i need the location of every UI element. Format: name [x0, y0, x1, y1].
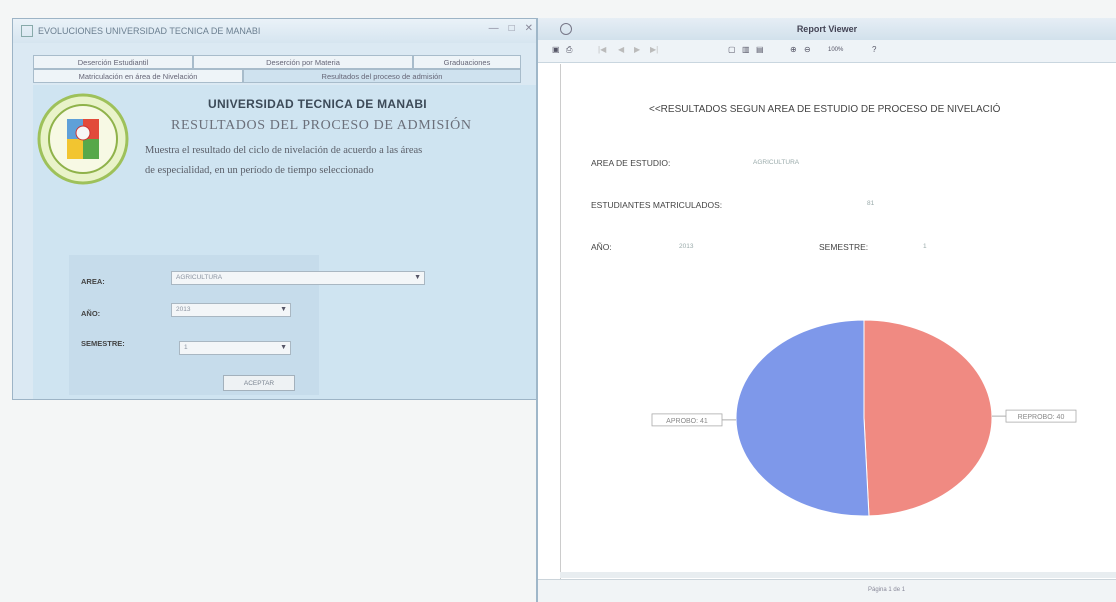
save-icon[interactable]: ▣ [552, 45, 560, 54]
anio-report-value: 2013 [679, 243, 694, 250]
report-statusbar: Página 1 de 1 [538, 579, 1116, 602]
chevron-down-icon[interactable]: ▼ [280, 342, 287, 354]
university-name: UNIVERSIDAD TECNICA DE MANABI [208, 97, 427, 111]
semestre-select-value: 1 [184, 344, 188, 351]
semestre-select[interactable]: 1 ▼ [179, 341, 291, 355]
pie-data-label: REPROBO: 40 [1018, 414, 1065, 421]
tab-matriculacion[interactable]: Matriculación en área de Nivelación [33, 69, 243, 83]
area-label: AREA: [81, 277, 105, 286]
window-icon [21, 25, 33, 37]
zoom-level[interactable]: 100% [828, 47, 843, 53]
anio-select[interactable]: 2013 ▼ [171, 303, 291, 317]
window-controls: — □ ✕ [489, 23, 533, 34]
semestre-report-label: SEMESTRE: [819, 242, 869, 252]
zoom-in-icon[interactable]: ⊕ [790, 45, 797, 54]
chevron-down-icon[interactable]: ▼ [280, 304, 287, 316]
zoom-out-icon[interactable]: ⊖ [804, 45, 811, 54]
description-line-1: Muestra el resultado del ciclo de nivela… [145, 145, 423, 156]
pie-slice-aprobo [735, 319, 870, 517]
semestre-label: SEMESTRE: [81, 339, 125, 348]
print-icon[interactable]: ⎙ [566, 45, 572, 55]
matriculados-value: 81 [867, 200, 875, 207]
university-seal-icon [37, 93, 129, 185]
report-toolbar: ▣ ⎙ |◀ ◀ ▶ ▶| ▢ ▥ ▤ ⊕ ⊖ 100% ? [538, 40, 1116, 63]
report-viewer-title: Report Viewer [796, 24, 858, 34]
semestre-report-value: 1 [923, 243, 927, 250]
anio-select-value: 2013 [176, 306, 191, 313]
area-select[interactable]: AGRICULTURA ▼ [171, 271, 425, 285]
prev-page-icon[interactable]: ◀ [618, 45, 624, 54]
left-titlebar[interactable]: EVOLUCIONES UNIVERSIDAD TECNICA DE MANAB… [13, 19, 539, 43]
app-icon [560, 23, 572, 35]
admission-panel: UNIVERSIDAD TECNICA DE MANABI RESULTADOS… [33, 85, 539, 399]
pie-chart-svg: REPROBO: 40 APROBO: 41 [651, 319, 1077, 517]
report-viewer-window: Report Viewer ▣ ⎙ |◀ ◀ ▶ ▶| ▢ ▥ ▤ ⊕ ⊖ 10… [536, 18, 1116, 602]
last-page-icon[interactable]: ▶| [650, 45, 658, 54]
description-line-2: de especialidad, en un período de tiempo… [145, 165, 374, 176]
minimize-icon[interactable]: — [489, 23, 499, 34]
first-page-icon[interactable]: |◀ [598, 45, 606, 54]
tab-graduaciones[interactable]: Graduaciones [413, 55, 521, 69]
accept-button[interactable]: ACEPTAR [223, 375, 295, 391]
page-subtitle: RESULTADOS DEL PROCESO DE ADMISIÓN [171, 118, 472, 133]
tab-desercion-estudiantil[interactable]: Deserción Estudiantil [33, 55, 193, 69]
horizontal-scrollbar[interactable] [560, 572, 1116, 578]
area-select-value: AGRICULTURA [176, 274, 223, 281]
area-estudio-label: AREA DE ESTUDIO: [591, 158, 671, 168]
report-tabs: Deserción Estudiantil Deserción por Mate… [33, 55, 541, 83]
next-page-icon[interactable]: ▶ [634, 45, 640, 54]
matriculados-label: ESTUDIANTES MATRICULADOS: [591, 200, 723, 210]
help-icon[interactable]: ? [872, 45, 876, 54]
layout-icon[interactable]: ▥ [742, 45, 750, 54]
pie-chart: REPROBO: 40 APROBO: 41 [638, 308, 1098, 538]
area-estudio-value: AGRICULTURA [753, 159, 800, 166]
columns-icon[interactable]: ▤ [756, 45, 764, 54]
anio-label: AÑO: [81, 309, 101, 318]
tab-resultados-admision[interactable]: Resultados del proceso de admisión [243, 69, 521, 83]
chevron-down-icon[interactable]: ▼ [414, 272, 421, 284]
admission-window: EVOLUCIONES UNIVERSIDAD TECNICA DE MANAB… [12, 18, 540, 400]
left-window-title: EVOLUCIONES UNIVERSIDAD TECNICA DE MANAB… [38, 26, 261, 36]
pie-data-label: APROBO: 41 [666, 418, 708, 425]
page-setup-icon[interactable]: ▢ [728, 45, 736, 54]
maximize-icon[interactable]: □ [509, 23, 515, 34]
pie-slice-reprobo [863, 319, 993, 517]
close-icon[interactable]: ✕ [525, 23, 533, 34]
report-title: <<RESULTADOS SEGUN AREA DE ESTUDIO DE PR… [649, 104, 1001, 115]
anio-report-label: AÑO: [591, 242, 612, 252]
report-viewer-titlebar[interactable]: Report Viewer [538, 18, 1116, 40]
tab-desercion-materia[interactable]: Deserción por Materia [193, 55, 413, 69]
page-indicator: Página 1 de 1 [868, 587, 906, 593]
